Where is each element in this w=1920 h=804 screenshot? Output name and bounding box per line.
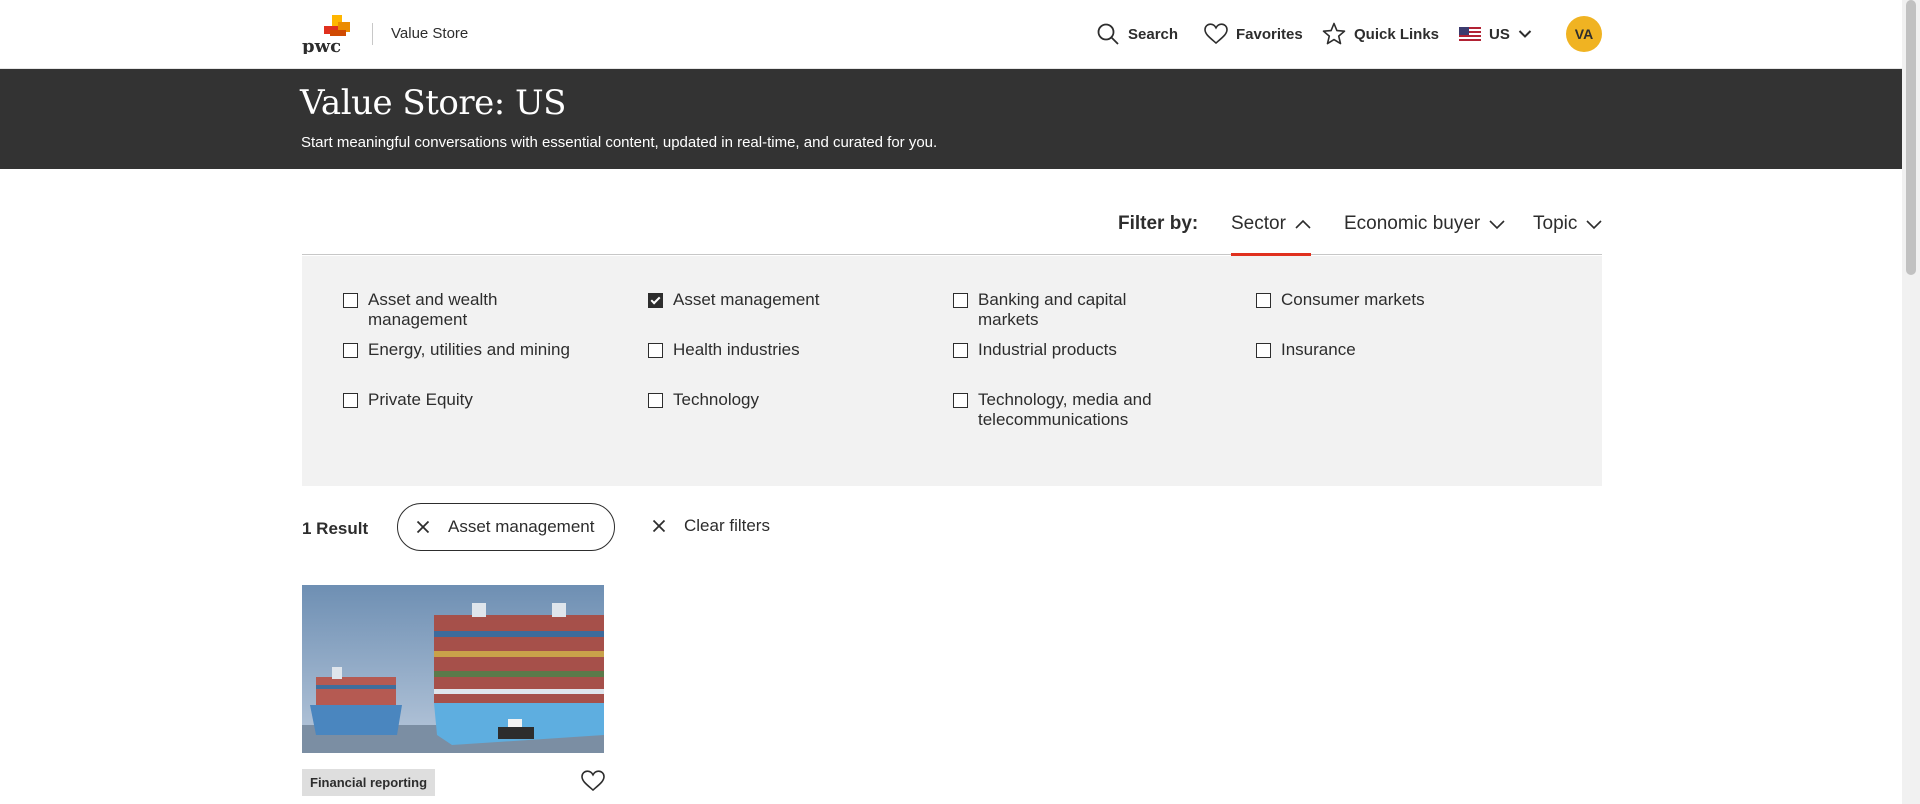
checkbox[interactable] bbox=[1256, 343, 1271, 358]
svg-text:pwc: pwc bbox=[302, 36, 341, 54]
filter-tab-label: Sector bbox=[1231, 213, 1286, 234]
pwc-logo[interactable]: pwc bbox=[300, 14, 356, 54]
topic-tag[interactable]: Financial reporting bbox=[302, 769, 436, 796]
result-card[interactable]: Financial reporting bbox=[302, 585, 605, 796]
filter-tab-label: Topic bbox=[1533, 213, 1578, 234]
star-icon bbox=[1322, 22, 1346, 45]
sector-option[interactable]: Consumer markets bbox=[1256, 290, 1491, 310]
chevron-down-icon bbox=[1489, 220, 1505, 230]
user-avatar[interactable]: VA bbox=[1566, 16, 1602, 52]
favorite-heart-icon[interactable] bbox=[581, 770, 605, 792]
filter-bar: Filter by: Sector Economic buyer Topic bbox=[302, 200, 1603, 258]
container-ship-image[interactable] bbox=[302, 585, 604, 753]
page-title: Value Store: US bbox=[300, 83, 566, 123]
sector-option[interactable]: Technology, media and telecommunications bbox=[953, 390, 1188, 430]
chevron-down-icon bbox=[1518, 30, 1532, 38]
filter-by-label: Filter by: bbox=[1118, 213, 1199, 234]
us-flag-icon bbox=[1459, 27, 1481, 41]
search-icon bbox=[1097, 23, 1119, 45]
country-selector[interactable]: US bbox=[1459, 0, 1532, 68]
logo-divider bbox=[372, 23, 373, 45]
sector-filter-panel: Asset and wealth management Asset manage… bbox=[302, 256, 1602, 486]
nav-favorites[interactable]: Favorites bbox=[1204, 0, 1303, 68]
chevron-down-icon bbox=[1586, 220, 1602, 230]
country-label: US bbox=[1489, 25, 1510, 43]
sector-option[interactable]: Energy, utilities and mining bbox=[343, 340, 578, 360]
top-navigation-bar: pwc Value Store Search Favorites Quick L… bbox=[0, 0, 1902, 69]
filter-tab-sector[interactable]: Sector bbox=[1231, 213, 1312, 235]
search-label: Search bbox=[1128, 25, 1179, 43]
result-count: 1 Result bbox=[302, 519, 369, 538]
heart-icon bbox=[1204, 23, 1228, 45]
checkbox[interactable] bbox=[648, 343, 663, 358]
nav-quick-links[interactable]: Quick Links bbox=[1322, 0, 1439, 68]
favorites-label: Favorites bbox=[1236, 25, 1303, 43]
checkbox[interactable] bbox=[953, 343, 968, 358]
close-icon[interactable] bbox=[416, 520, 430, 534]
sector-option[interactable]: Insurance bbox=[1256, 340, 1491, 360]
sector-option[interactable]: Industrial products bbox=[953, 340, 1188, 360]
filter-tab-label: Economic buyer bbox=[1344, 213, 1481, 234]
checkbox[interactable] bbox=[953, 393, 968, 408]
sector-option[interactable]: Private Equity bbox=[343, 390, 578, 410]
checkbox[interactable] bbox=[953, 293, 968, 308]
sector-option[interactable]: Asset and wealth management bbox=[343, 290, 578, 330]
close-icon bbox=[652, 519, 666, 533]
active-filter-chip[interactable]: Asset management bbox=[397, 503, 615, 551]
checkbox-checked[interactable] bbox=[648, 293, 663, 308]
hero-banner: Value Store: US Start meaningful convers… bbox=[0, 69, 1902, 169]
checkbox[interactable] bbox=[1256, 293, 1271, 308]
chevron-up-icon bbox=[1295, 219, 1311, 229]
sector-option[interactable]: Health industries bbox=[648, 340, 883, 360]
sector-option[interactable]: Technology bbox=[648, 390, 883, 410]
checkbox[interactable] bbox=[648, 393, 663, 408]
filter-tab-topic[interactable]: Topic bbox=[1533, 213, 1603, 235]
sector-option[interactable]: Banking and capital markets bbox=[953, 290, 1188, 330]
checkbox[interactable] bbox=[343, 343, 358, 358]
page-scrollbar[interactable] bbox=[1902, 0, 1920, 804]
page-subtitle: Start meaningful conversations with esse… bbox=[301, 134, 938, 151]
nav-search[interactable]: Search bbox=[1096, 0, 1178, 68]
scrollbar-thumb[interactable] bbox=[1906, 0, 1916, 275]
checkbox[interactable] bbox=[343, 393, 358, 408]
filter-tab-economic-buyer[interactable]: Economic buyer bbox=[1344, 213, 1506, 235]
clear-filters-button[interactable]: Clear filters bbox=[652, 516, 770, 536]
clear-filters-label: Clear filters bbox=[684, 516, 770, 535]
sector-option[interactable]: Asset management bbox=[648, 290, 883, 310]
quick-links-label: Quick Links bbox=[1354, 25, 1440, 43]
brand-label[interactable]: Value Store bbox=[391, 25, 468, 42]
checkbox[interactable] bbox=[343, 293, 358, 308]
active-filter-label: Asset management bbox=[448, 517, 595, 536]
